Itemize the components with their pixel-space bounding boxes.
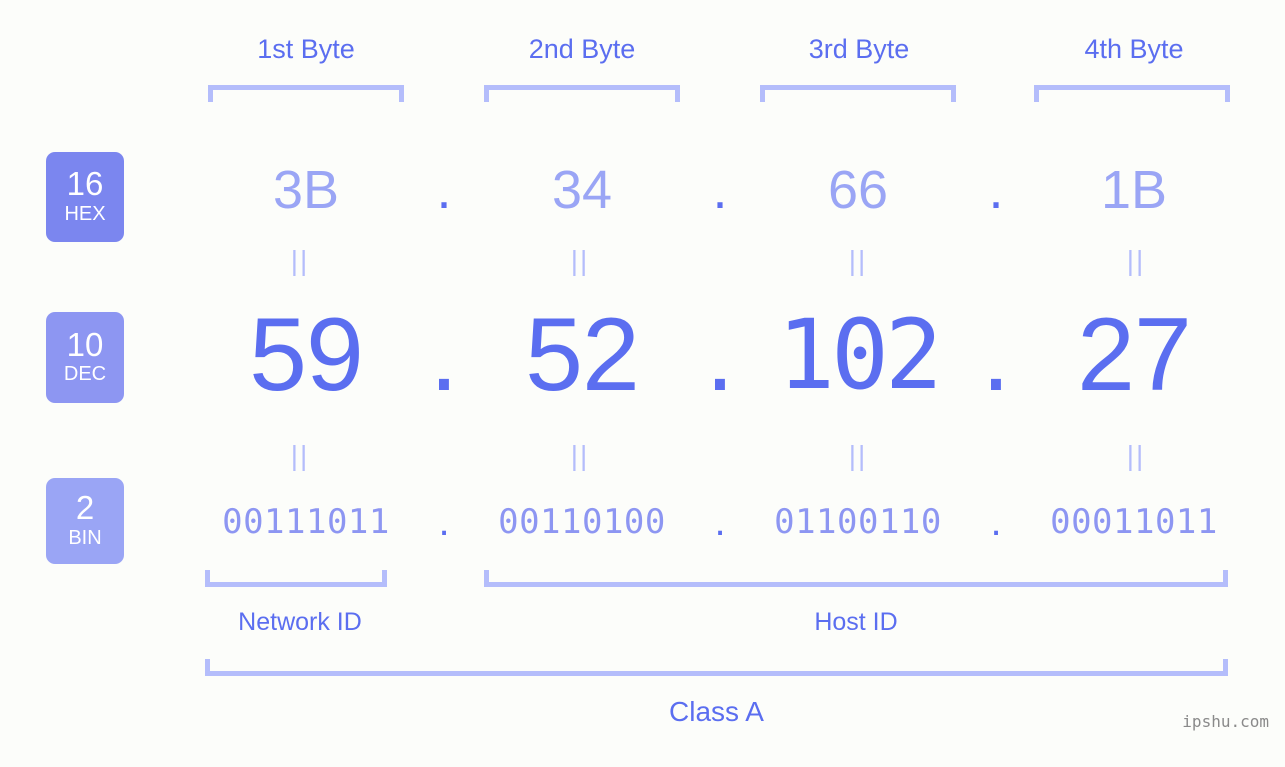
- byte-bracket-top-2: [484, 85, 680, 102]
- byte-bracket-top-1: [208, 85, 404, 102]
- hex-separator-3: .: [988, 160, 1004, 220]
- dec-separator-3: .: [981, 297, 1011, 413]
- network-id-bracket: [205, 570, 387, 587]
- bin-octet-4: 00011011: [1050, 502, 1218, 542]
- byte-header-1: 1st Byte: [257, 34, 355, 64]
- host-id-bracket: [484, 570, 1228, 587]
- bin-octet-2: 00110100: [498, 502, 666, 542]
- base-badge-hex: 16 HEX: [46, 152, 124, 242]
- ip-breakdown-diagram: 1st Byte 2nd Byte 3rd Byte 4th Byte 16 H…: [0, 0, 1285, 767]
- class-bracket: [205, 659, 1228, 676]
- byte-bracket-top-3: [760, 85, 956, 102]
- hex-octet-4: 1B: [1100, 160, 1168, 220]
- base-badge-dec: 10 DEC: [46, 312, 124, 403]
- base-badge-dec-number: 10: [66, 325, 104, 363]
- bin-separator-1: .: [438, 500, 450, 544]
- equivalence-dec-bin-4: ||: [1126, 440, 1146, 471]
- hex-octet-1: 3B: [272, 160, 340, 220]
- byte-header-3: 3rd Byte: [808, 34, 910, 64]
- dec-octet-2: 52: [525, 297, 640, 413]
- dec-separator-1: .: [429, 297, 459, 413]
- bin-octet-1: 00111011: [222, 502, 390, 542]
- dec-octet-3: 102: [777, 299, 942, 411]
- hex-octet-3: 66: [827, 160, 889, 220]
- host-id-label: Host ID: [814, 608, 898, 636]
- equivalence-dec-bin-1: ||: [290, 440, 310, 471]
- bin-octet-3: 01100110: [774, 502, 942, 542]
- bin-separator-2: .: [714, 500, 726, 544]
- hex-row: 3B . 34 . 66 . 1B: [140, 150, 1260, 230]
- hex-separator-1: .: [436, 160, 452, 220]
- equivalence-hex-dec-4: ||: [1126, 245, 1146, 276]
- base-badge-dec-label: DEC: [63, 363, 107, 386]
- equivalence-dec-bin-3: ||: [848, 440, 868, 471]
- base-badge-hex-label: HEX: [64, 202, 106, 225]
- dec-row: 59 . 52 . 102 . 27: [140, 295, 1260, 415]
- byte-header-4: 4th Byte: [1084, 34, 1184, 64]
- dec-octet-4: 27: [1077, 297, 1192, 413]
- network-id-label: Network ID: [238, 608, 362, 636]
- class-label: Class A: [669, 696, 764, 727]
- base-badge-hex-number: 16: [66, 165, 104, 203]
- hex-separator-2: .: [712, 160, 728, 220]
- byte-bracket-top-4: [1034, 85, 1230, 102]
- base-badge-bin-label: BIN: [68, 526, 102, 549]
- equivalence-hex-dec-2: ||: [570, 245, 590, 276]
- dec-octet-1: 59: [249, 297, 364, 413]
- watermark: ipshu.com: [1182, 712, 1269, 731]
- base-badge-bin-number: 2: [75, 489, 95, 527]
- equivalence-hex-dec-1: ||: [290, 245, 310, 276]
- hex-octet-2: 34: [551, 160, 613, 220]
- base-badge-bin: 2 BIN: [46, 478, 124, 564]
- equivalence-dec-bin-2: ||: [570, 440, 590, 471]
- dec-separator-2: .: [705, 297, 735, 413]
- byte-header-2: 2nd Byte: [528, 34, 636, 64]
- bin-row: 00111011 . 00110100 . 01100110 . 0001101…: [140, 487, 1260, 557]
- bin-separator-3: .: [990, 500, 1002, 544]
- equivalence-hex-dec-3: ||: [848, 245, 868, 276]
